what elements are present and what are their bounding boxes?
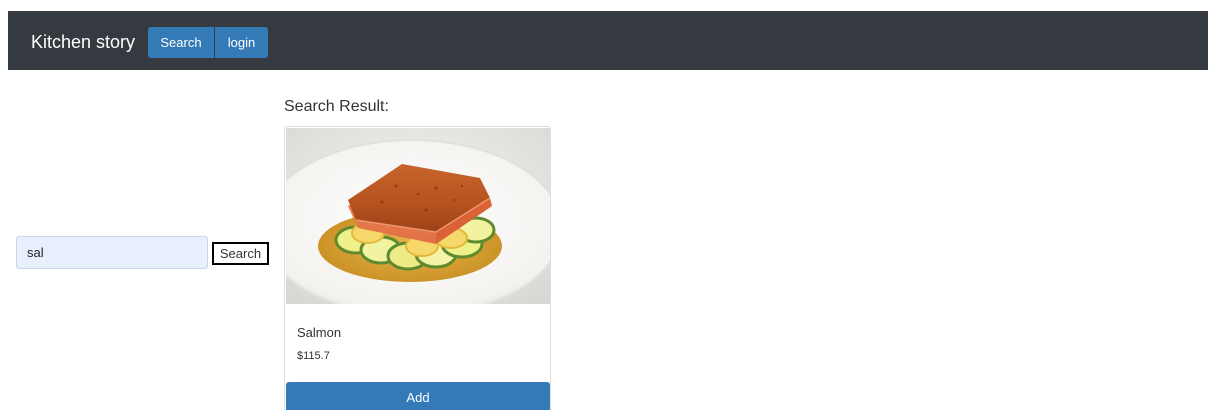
search-input[interactable] <box>16 236 208 269</box>
search-submit-button[interactable]: Search <box>212 242 269 265</box>
nav-login-button[interactable]: login <box>215 27 268 58</box>
product-image <box>286 128 550 304</box>
product-name: Salmon <box>297 325 342 340</box>
search-result-heading: Search Result: <box>284 98 389 115</box>
nav-search-button[interactable]: Search <box>148 27 214 58</box>
product-price: $115.7 <box>297 350 330 362</box>
navbar: Kitchen story Search login <box>8 11 1208 70</box>
brand-link[interactable]: Kitchen story <box>31 31 135 53</box>
page: Kitchen story Search login Search Search… <box>0 0 1216 410</box>
salmon-dish-photo <box>286 128 550 304</box>
product-card: Salmon $115.7 Add <box>284 126 551 410</box>
add-to-cart-button[interactable]: Add <box>286 382 550 410</box>
